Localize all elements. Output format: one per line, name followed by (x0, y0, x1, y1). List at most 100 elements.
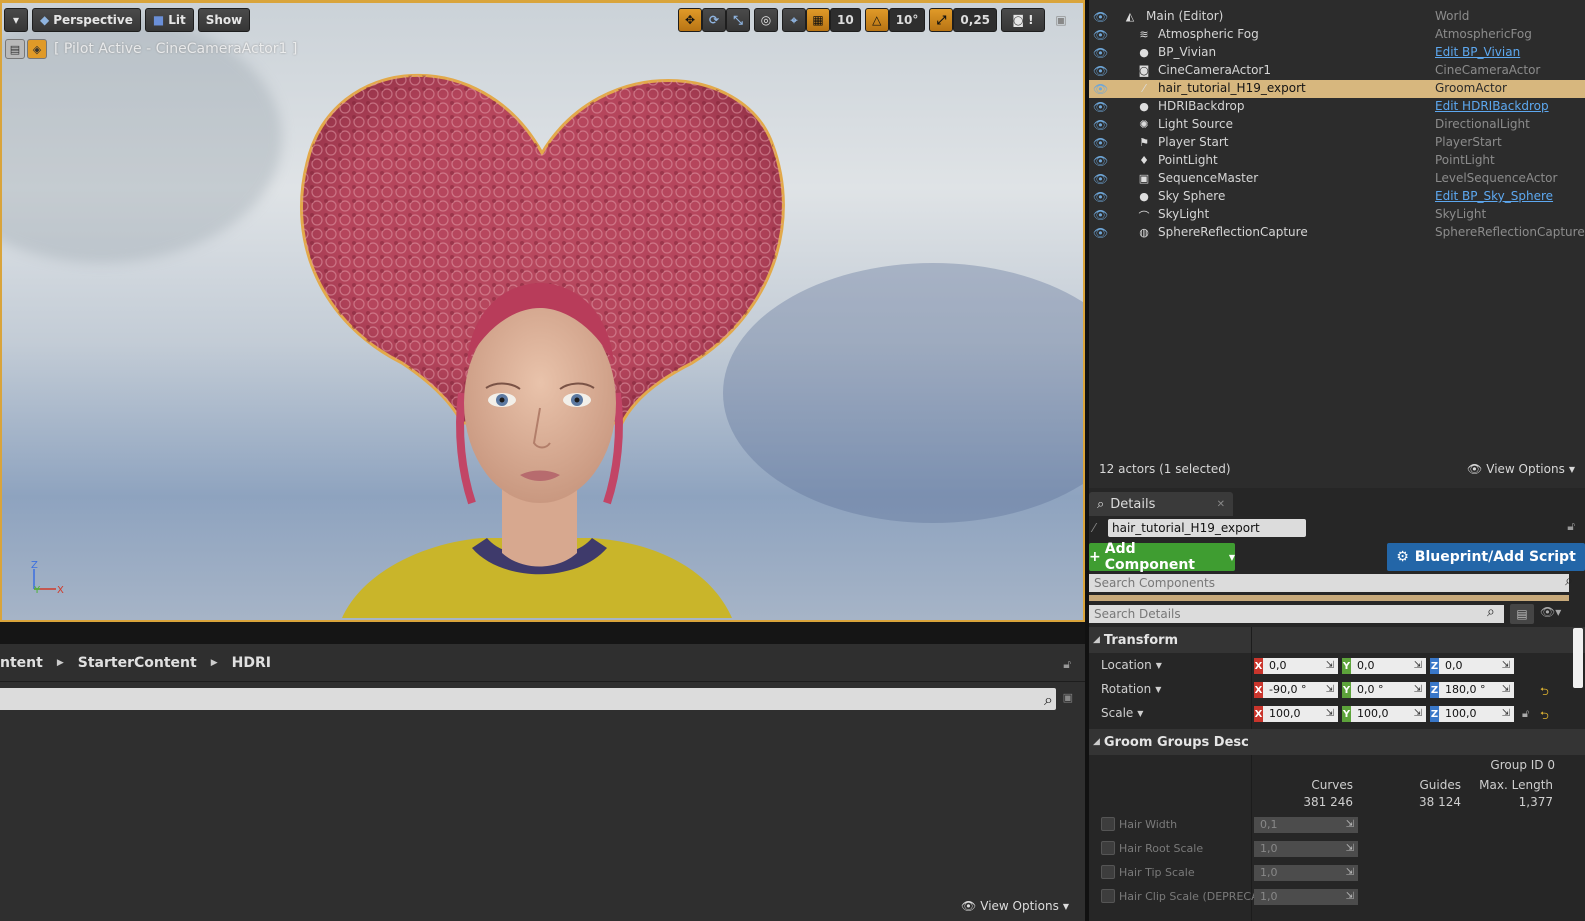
outliner-row[interactable]: 👁︎ ◍ SphereReflectionCapture SphereReflecti… (1089, 224, 1585, 242)
rotation-z-field[interactable]: 180,0 ° (1439, 682, 1514, 698)
visibility-eye-icon[interactable]: 👁︎ (1093, 100, 1109, 114)
scale-label[interactable]: Scale ▼ (1101, 706, 1143, 720)
outliner-row[interactable]: 👁︎ ≋ Atmospheric Fog AtmosphericFog (1089, 26, 1585, 44)
component-tree-selected-row[interactable] (1089, 595, 1569, 601)
skylight-icon: ⌒ (1138, 210, 1150, 223)
outliner-view-options-button[interactable]: 👁︎ View Options ▼ (1467, 462, 1575, 476)
edit-blueprint-link[interactable]: Edit HDRIBackdrop (1435, 99, 1549, 113)
hair-clip-scale-field[interactable]: 1,0 (1254, 889, 1358, 905)
scale-snap-toggle[interactable]: ⤢ (929, 8, 954, 32)
visibility-eye-icon[interactable]: 👁︎ (1093, 172, 1109, 186)
reset-to-default-icon[interactable]: ⮌ (1540, 683, 1549, 702)
level-viewport[interactable]: ▾ ◆ Perspective ■ Lit Show ✥ ⟳ ⤡ ◎ ⌖ ▦ 10 … (0, 0, 1085, 622)
breadcrumb-starter-content[interactable]: StarterContent (78, 655, 197, 671)
scale-x-field[interactable]: 100,0 (1263, 706, 1338, 722)
close-icon[interactable]: ✕ (1217, 499, 1225, 510)
pilot-camera-button[interactable]: ◈ (27, 39, 47, 59)
rotation-label[interactable]: Rotation ▼ (1101, 682, 1161, 696)
outliner-row[interactable]: 👁︎ ● Sky Sphere Edit BP_Sky_Sphere (1089, 188, 1585, 206)
visibility-eye-icon[interactable]: 👁︎ (1093, 46, 1109, 60)
hair-root-scale-checkbox[interactable] (1101, 841, 1115, 855)
save-search-icon[interactable]: ▣ (1063, 691, 1073, 704)
location-x-field[interactable]: 0,0 (1263, 658, 1338, 674)
content-view-options-button[interactable]: 👁︎ View Options ▼ (961, 899, 1069, 913)
grid-snap-toggle[interactable]: ▦ (806, 8, 830, 32)
outliner-row[interactable]: 👁︎ ◙ CineCameraActor1 CineCameraActor (1089, 62, 1585, 80)
surface-snap-button[interactable]: ⌖ (782, 8, 806, 32)
scale-z-field[interactable]: 100,0 (1439, 706, 1514, 722)
details-scrollbar[interactable] (1573, 628, 1583, 688)
visibility-eye-icon[interactable]: 👁︎ (1093, 64, 1109, 78)
visibility-eye-icon[interactable]: 👁︎ (1093, 208, 1109, 222)
blueprint-add-script-button[interactable]: ⚙ Blueprint/Add Script (1387, 543, 1585, 571)
visibility-eye-icon[interactable]: 👁︎ (1093, 10, 1109, 24)
tab-details[interactable]: ⌕ Details ✕ (1089, 492, 1233, 516)
hair-root-scale-field[interactable]: 1,0 (1254, 841, 1358, 857)
outliner-row[interactable]: 👁︎ ⌒ SkyLight SkyLight (1089, 206, 1585, 224)
outliner-row[interactable]: 👁︎ ● HDRIBackdrop Edit HDRIBackdrop (1089, 98, 1585, 116)
visibility-eye-icon[interactable]: 👁︎ (1093, 226, 1109, 240)
visibility-eye-icon[interactable]: 👁︎ (1093, 118, 1109, 132)
translate-tool-button[interactable]: ✥ (678, 8, 702, 32)
rotation-snap-value[interactable]: 10° (888, 8, 926, 32)
breadcrumb-hdri[interactable]: HDRI (232, 655, 271, 671)
rotate-tool-button[interactable]: ⟳ (702, 8, 726, 32)
rotation-x-field[interactable]: -90,0 ° (1263, 682, 1338, 698)
lit-button[interactable]: ■ Lit (144, 8, 194, 32)
show-button[interactable]: Show (197, 8, 251, 32)
chevron-right-icon[interactable]: ▶ (57, 658, 64, 668)
hair-width-field[interactable]: 0,1 (1254, 817, 1358, 833)
search-components-input[interactable]: Search Components (1089, 574, 1569, 592)
edit-blueprint-link[interactable]: Edit BP_Sky_Sphere (1435, 189, 1553, 203)
eject-pilot-button[interactable]: ▤ (5, 39, 25, 59)
rotation-snap-toggle[interactable]: △ (864, 8, 889, 32)
lock-scale-icon[interactable]: 🔓︎ (1522, 707, 1529, 721)
lock-icon[interactable]: 🔓︎ (1567, 519, 1575, 534)
viewport-options-button[interactable]: ▾ (4, 8, 28, 32)
outliner-row[interactable]: 👁︎ ✺ Light Source DirectionalLight (1089, 116, 1585, 134)
chevron-right-icon[interactable]: ▶ (211, 658, 218, 668)
location-z-field[interactable]: 0,0 (1439, 658, 1514, 674)
scale-tool-button[interactable]: ⤡ (726, 8, 750, 32)
viewport-scene[interactable] (2, 3, 1083, 620)
outliner-row[interactable]: 👁︎ ♦ PointLight PointLight (1089, 152, 1585, 170)
edit-blueprint-link[interactable]: Edit BP_Vivian (1435, 45, 1520, 59)
rotation-y-field[interactable]: 0,0 ° (1351, 682, 1426, 698)
add-component-button[interactable]: + Add Component ▼ (1089, 541, 1235, 573)
hair-tip-scale-field[interactable]: 1,0 (1254, 865, 1358, 881)
outliner-row[interactable]: 👁︎ ◭ Main (Editor) World (1089, 8, 1585, 26)
lock-icon[interactable]: 🔓︎ (1063, 657, 1071, 672)
search-icon[interactable]: ⌕ (1044, 690, 1053, 710)
visibility-eye-icon[interactable]: 👁︎ (1093, 154, 1109, 168)
property-matrix-button[interactable]: ▤ (1510, 604, 1534, 624)
outliner-row[interactable]: 👁︎ ⚑ Player Start PlayerStart (1089, 134, 1585, 152)
outliner-row[interactable]: 👁︎ ⁄ hair_tutorial_H19_export GroomActor (1089, 80, 1585, 98)
reset-to-default-icon[interactable]: ⮌ (1540, 707, 1549, 726)
breadcrumb-content[interactable]: ntent (0, 655, 43, 671)
hair-tip-scale-checkbox[interactable] (1101, 865, 1115, 879)
visibility-eye-icon[interactable]: 👁︎ (1093, 136, 1109, 150)
scale-snap-value[interactable]: 0,25 (953, 8, 998, 32)
visibility-eye-icon[interactable]: 👁︎ (1093, 28, 1109, 42)
groom-groups-section-header[interactable]: ◢ Groom Groups Desc (1089, 729, 1585, 755)
visibility-eye-icon[interactable]: 👁︎ (1093, 190, 1109, 204)
location-y-field[interactable]: 0,0 (1351, 658, 1426, 674)
maximize-viewport-button[interactable]: ▣ (1049, 8, 1073, 32)
location-label[interactable]: Location ▼ (1101, 658, 1162, 672)
outliner-row[interactable]: 👁︎ ▣ SequenceMaster LevelSequenceActor (1089, 170, 1585, 188)
visibility-eye-icon[interactable]: 👁︎ (1093, 82, 1109, 96)
content-search-input[interactable] (0, 688, 1056, 710)
actor-name-field[interactable]: hair_tutorial_H19_export (1108, 519, 1306, 537)
perspective-button[interactable]: ◆ Perspective (32, 8, 141, 32)
search-details-input[interactable]: Search Details (1089, 605, 1504, 623)
outliner-row[interactable]: 👁︎ ● BP_Vivian Edit BP_Vivian (1089, 44, 1585, 62)
grid-snap-value[interactable]: 10 (830, 8, 861, 32)
hair-clip-scale-checkbox[interactable] (1101, 889, 1115, 903)
hair-width-checkbox[interactable] (1101, 817, 1115, 831)
camera-speed-button[interactable]: ◙ ! (1001, 8, 1046, 32)
visibility-filter-button[interactable]: 👁︎▾ (1540, 605, 1561, 619)
transform-section-header[interactable]: ◢ Transform (1089, 627, 1585, 653)
scale-y-field[interactable]: 100,0 (1351, 706, 1426, 722)
column-divider[interactable] (1251, 627, 1252, 737)
world-local-button[interactable]: ◎ (754, 8, 778, 32)
